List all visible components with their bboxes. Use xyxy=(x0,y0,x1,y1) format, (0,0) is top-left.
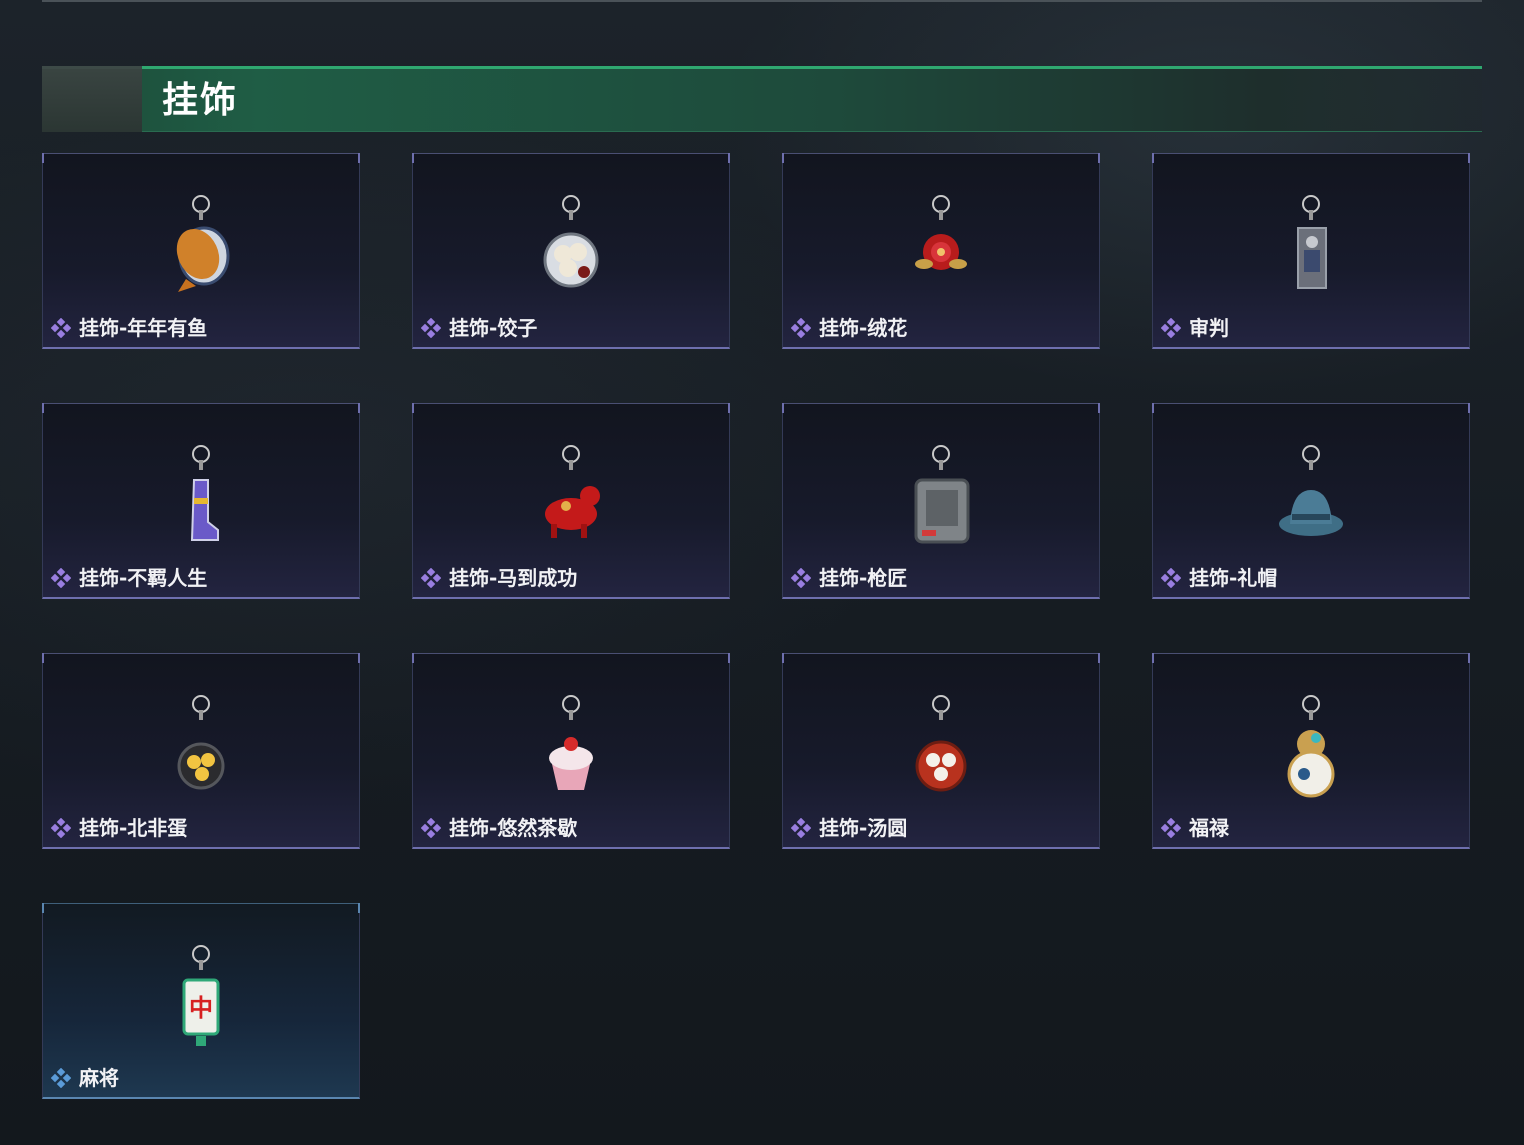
charm-name: 挂饰-不羁人生 xyxy=(79,566,208,590)
rarity-diamond-icon xyxy=(1160,817,1182,839)
header-accent-block xyxy=(42,66,142,132)
rarity-diamond-icon xyxy=(420,817,442,839)
velvet-flower-charm-icon xyxy=(896,194,986,304)
charm-name: 挂饰-汤圆 xyxy=(819,816,908,840)
rarity-diamond-icon xyxy=(790,817,812,839)
rarity-diamond-icon xyxy=(50,567,72,589)
charm-name: 挂饰-年年有鱼 xyxy=(79,316,208,340)
sneaker-charm-icon xyxy=(156,444,246,554)
gourd-charm-icon xyxy=(1266,694,1356,804)
judgement-figure-charm-icon xyxy=(1266,194,1356,304)
charm-card[interactable]: 审判 xyxy=(1152,153,1470,349)
charm-card[interactable]: 挂饰-年年有鱼 xyxy=(42,153,360,349)
charm-name: 挂饰-饺子 xyxy=(449,316,538,340)
charm-card[interactable]: 中麻将 xyxy=(42,903,360,1099)
rarity-diamond-icon xyxy=(1160,567,1182,589)
charm-card[interactable]: 挂饰-汤圆 xyxy=(782,653,1100,849)
charm-card[interactable]: 福禄 xyxy=(1152,653,1470,849)
rarity-diamond-icon xyxy=(1160,317,1182,339)
charm-card[interactable]: 挂饰-绒花 xyxy=(782,153,1100,349)
tangyuan-bowl-charm-icon xyxy=(896,694,986,804)
charm-name: 挂饰-礼帽 xyxy=(1189,566,1278,590)
charm-name: 挂饰-北非蛋 xyxy=(79,816,188,840)
rarity-diamond-icon xyxy=(790,317,812,339)
gun-case-charm-icon xyxy=(896,444,986,554)
cupcake-charm-icon xyxy=(526,694,616,804)
charm-card[interactable]: 挂饰-饺子 xyxy=(412,153,730,349)
charm-name: 审判 xyxy=(1189,316,1229,340)
rarity-diamond-icon xyxy=(50,817,72,839)
section-header: 挂饰 xyxy=(42,66,1482,132)
charm-card[interactable]: 挂饰-北非蛋 xyxy=(42,653,360,849)
charm-card[interactable]: 挂饰-礼帽 xyxy=(1152,403,1470,599)
dumpling-plate-charm-icon xyxy=(526,194,616,304)
rarity-diamond-icon xyxy=(50,1067,72,1089)
rarity-diamond-icon xyxy=(420,317,442,339)
mahjong-tile-charm-icon: 中 xyxy=(156,944,246,1054)
charm-name: 福禄 xyxy=(1189,816,1229,840)
charm-name: 挂饰-马到成功 xyxy=(449,566,578,590)
rarity-diamond-icon xyxy=(420,567,442,589)
charm-name: 挂饰-绒花 xyxy=(819,316,908,340)
charm-card[interactable]: 挂饰-马到成功 xyxy=(412,403,730,599)
charm-name: 挂饰-枪匠 xyxy=(819,566,908,590)
red-horse-charm-icon xyxy=(526,444,616,554)
section-title: 挂饰 xyxy=(162,80,239,121)
rarity-diamond-icon xyxy=(790,567,812,589)
top-divider xyxy=(42,0,1482,2)
charm-card[interactable]: 挂饰-枪匠 xyxy=(782,403,1100,599)
svg-text:中: 中 xyxy=(189,994,213,1022)
fish-plate-charm-icon xyxy=(156,194,246,304)
charm-name: 麻将 xyxy=(79,1066,119,1090)
charm-card[interactable]: 挂饰-悠然茶歇 xyxy=(412,653,730,849)
fedora-hat-charm-icon xyxy=(1266,444,1356,554)
charm-name: 挂饰-悠然茶歇 xyxy=(449,816,578,840)
rarity-diamond-icon xyxy=(50,317,72,339)
shakshuka-pan-charm-icon xyxy=(156,694,246,804)
charm-card[interactable]: 挂饰-不羁人生 xyxy=(42,403,360,599)
